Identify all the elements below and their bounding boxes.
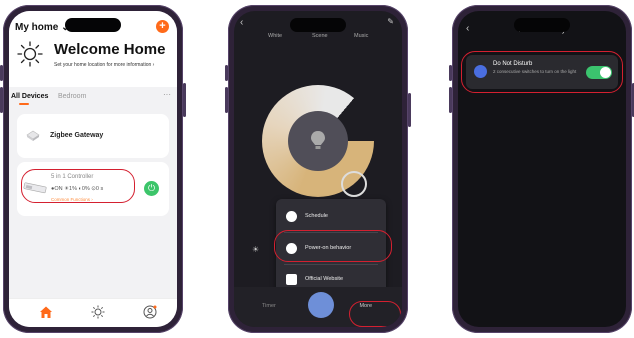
window-icon (286, 274, 297, 285)
room-tabs: All Devices Bedroom ··· (9, 90, 177, 106)
callout-highlight (274, 230, 392, 262)
profile-icon[interactable] (143, 305, 157, 319)
device-card-gateway[interactable]: Zigbee Gateway (17, 114, 169, 158)
screen: ‹ Power Memory Do Not Disturb 2 consecut… (458, 11, 626, 327)
callout-highlight (21, 169, 135, 203)
tab-music[interactable]: Music (354, 33, 368, 39)
mode-tabs: White Scene Music (234, 33, 402, 47)
bulb-icon (311, 131, 325, 149)
dynamic-island (65, 18, 121, 32)
ring-knob[interactable] (341, 171, 367, 197)
menu-item-schedule[interactable]: Schedule (276, 203, 386, 231)
tab-all-devices[interactable]: All Devices (11, 93, 48, 100)
bottom-nav (9, 298, 177, 327)
sun-icon (17, 41, 43, 67)
callout-highlight (461, 51, 623, 93)
tab-active-indicator (19, 103, 29, 105)
dynamic-island (290, 18, 346, 32)
timer-button[interactable]: Timer (262, 303, 276, 309)
phone-power-memory: ‹ Power Memory Do Not Disturb 2 consecut… (449, 5, 634, 333)
power-toggle-button[interactable]: ⏻ (144, 181, 159, 196)
dynamic-island (514, 18, 570, 32)
device-name: Zigbee Gateway (50, 132, 104, 139)
gateway-icon (26, 130, 40, 141)
phone-light-control: ‹ ✎ White Scene Music ☀ Schedule Power-o… (225, 5, 411, 333)
callout-highlight (349, 301, 401, 327)
menu-item-label: Official Website (305, 276, 344, 282)
brightness-icon: ☀ (252, 245, 260, 254)
tab-bedroom[interactable]: Bedroom (58, 93, 86, 100)
welcome-title: Welcome Home (54, 41, 166, 58)
tab-scene[interactable]: Scene (312, 33, 328, 39)
screen: ‹ ✎ White Scene Music ☀ Schedule Power-o… (234, 11, 402, 327)
screen: My home ⌄ + Welcome Home Set your home l… (9, 11, 177, 327)
clock-icon (286, 211, 297, 222)
edit-icon[interactable]: ✎ (387, 17, 394, 26)
home-selector[interactable]: My home ⌄ (15, 22, 70, 33)
power-button[interactable] (308, 292, 334, 318)
home-icon[interactable] (39, 305, 53, 319)
location-hint-link[interactable]: Set your home location for more informat… (54, 62, 154, 68)
more-rooms-button[interactable]: ··· (163, 90, 171, 99)
divider (284, 264, 378, 265)
phone-home-screen: My home ⌄ + Welcome Home Set your home l… (0, 5, 186, 333)
menu-item-label: Schedule (305, 213, 328, 219)
add-device-button[interactable]: + (156, 20, 169, 33)
back-icon[interactable]: ‹ (240, 17, 243, 28)
tab-white[interactable]: White (268, 33, 282, 39)
sun-icon[interactable] (91, 305, 105, 319)
